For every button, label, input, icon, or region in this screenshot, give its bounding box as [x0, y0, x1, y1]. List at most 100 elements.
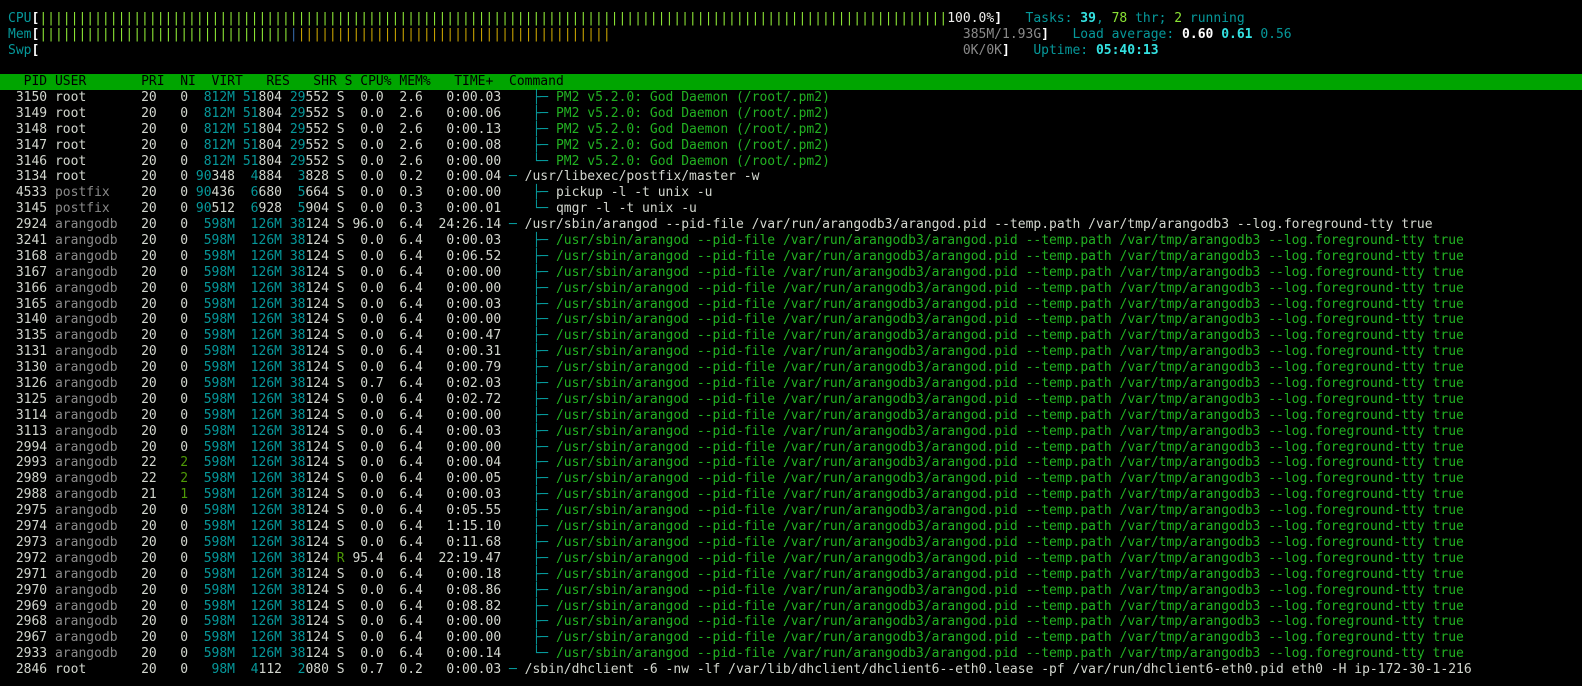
- pid-cell: 3125: [8, 391, 48, 407]
- process-row[interactable]: 3140 arangodb 20 0 598M 126M 38124 S 0.0…: [8, 312, 1472, 328]
- time-cell: 0:00.03: [430, 423, 502, 439]
- user-cell: postfix: [54, 185, 126, 201]
- shr-cell: 38124: [289, 376, 329, 392]
- process-row[interactable]: 3126 arangodb 20 0 598M 126M 38124 S 0.7…: [8, 376, 1472, 392]
- meters-panel: CPU[||||||||||||||||||||||||||||||||||||…: [8, 11, 1292, 59]
- pri-cell: 20: [133, 137, 157, 153]
- process-row[interactable]: 3135 arangodb 20 0 598M 126M 38124 S 0.0…: [8, 328, 1472, 344]
- process-row[interactable]: 2973 arangodb 20 0 598M 126M 38124 S 0.0…: [8, 535, 1472, 551]
- col-time[interactable]: TIME+: [454, 74, 493, 89]
- process-row[interactable]: 3146 root 20 0 812M 51804 29552 S 0.0 2.…: [8, 154, 1472, 170]
- process-row[interactable]: 3113 arangodb 20 0 598M 126M 38124 S 0.0…: [8, 424, 1472, 440]
- res-cell: 126M: [242, 519, 282, 535]
- virt-cell: 598M: [195, 487, 236, 503]
- process-row[interactable]: 3131 arangodb 20 0 598M 126M 38124 S 0.0…: [8, 344, 1472, 360]
- process-row[interactable]: 4533 postfix 20 0 90436 6680 5664 S 0.0 …: [8, 185, 1472, 201]
- col-pid[interactable]: PID: [24, 74, 47, 89]
- time-cell: 0:00.79: [430, 360, 502, 376]
- shr-cell: 38124: [289, 233, 329, 249]
- tree-branch: ─: [509, 662, 525, 678]
- process-row[interactable]: 2993 arangodb 22 2 598M 126M 38124 S 0.0…: [8, 455, 1472, 471]
- process-row[interactable]: 3241 arangodb 20 0 598M 126M 38124 S 0.0…: [8, 233, 1472, 249]
- process-row[interactable]: 3125 arangodb 20 0 598M 126M 38124 S 0.0…: [8, 392, 1472, 408]
- mem-cell: 2.6: [391, 105, 423, 121]
- process-row[interactable]: 2846 root 20 0 98M 4112 2080 S 0.7 0.2 0…: [8, 662, 1472, 678]
- state-cell: S: [336, 90, 345, 105]
- col-ni[interactable]: NI: [180, 74, 196, 89]
- tasks-label: Tasks:: [1025, 11, 1081, 26]
- pid-cell: 2970: [8, 582, 48, 598]
- process-row[interactable]: 3166 arangodb 20 0 598M 126M 38124 S 0.0…: [8, 281, 1472, 297]
- process-row[interactable]: 2969 arangodb 20 0 598M 126M 38124 S 0.0…: [8, 599, 1472, 615]
- process-row[interactable]: 2994 arangodb 20 0 598M 126M 38124 S 0.0…: [8, 440, 1472, 456]
- process-row[interactable]: 2967 arangodb 20 0 598M 126M 38124 S 0.0…: [8, 630, 1472, 646]
- process-row[interactable]: 2970 arangodb 20 0 598M 126M 38124 S 0.0…: [8, 583, 1472, 599]
- time-cell: 0:00.00: [430, 630, 502, 646]
- state-cell: S: [336, 201, 345, 217]
- command-cell: /usr/sbin/arangod --pid-file /var/run/ar…: [555, 630, 1464, 646]
- col-virt[interactable]: VIRT: [212, 74, 243, 89]
- process-row[interactable]: 2972 arangodb 20 0 598M 126M 38124 R 95.…: [8, 551, 1472, 567]
- process-row[interactable]: 3149 root 20 0 812M 51804 29552 S 0.0 2.…: [8, 106, 1472, 122]
- process-row[interactable]: 3148 root 20 0 812M 51804 29552 S 0.0 2.…: [8, 122, 1472, 138]
- process-row[interactable]: 3114 arangodb 20 0 598M 126M 38124 S 0.0…: [8, 408, 1472, 424]
- shr-cell: 38124: [289, 455, 329, 471]
- col-user[interactable]: USER: [55, 74, 86, 89]
- mem-cell: 0.3: [391, 201, 423, 217]
- process-row[interactable]: 2975 arangodb 20 0 598M 126M 38124 S 0.0…: [8, 503, 1472, 519]
- process-row[interactable]: 3147 root 20 0 812M 51804 29552 S 0.0 2.…: [8, 138, 1472, 154]
- virt-cell: 598M: [195, 376, 236, 392]
- process-row[interactable]: 3130 arangodb 20 0 598M 126M 38124 S 0.0…: [8, 360, 1472, 376]
- process-row[interactable]: 2924 arangodb 20 0 598M 126M 38124 S 96.…: [8, 217, 1472, 233]
- tree-branch: ├─: [509, 376, 556, 392]
- state-cell: S: [336, 185, 345, 201]
- process-row[interactable]: 2974 arangodb 20 0 598M 126M 38124 S 0.0…: [8, 519, 1472, 535]
- user-cell: arangodb: [54, 534, 126, 550]
- mem-cell: 6.4: [391, 534, 423, 550]
- pri-cell: 20: [133, 391, 157, 407]
- shr-cell: 38124: [289, 582, 329, 598]
- time-cell: 0:00.04: [430, 455, 502, 471]
- pri-cell: 20: [133, 248, 157, 264]
- col-pri[interactable]: PRI: [141, 74, 164, 89]
- time-cell: 0:00.00: [430, 153, 502, 169]
- col-shr[interactable]: SHR: [313, 74, 336, 89]
- process-row[interactable]: 2933 arangodb 20 0 598M 126M 38124 S 0.0…: [8, 646, 1472, 662]
- mem-label: Mem: [8, 26, 32, 42]
- pid-cell: 3126: [8, 376, 48, 392]
- user-cell: arangodb: [54, 407, 126, 423]
- res-cell: 4112: [242, 662, 282, 678]
- pid-cell: 3134: [8, 169, 48, 185]
- state-cell: S: [336, 646, 345, 662]
- ni-cell: 0: [164, 264, 189, 280]
- tree-branch: ├─: [509, 630, 556, 646]
- pid-cell: 2846: [8, 662, 48, 678]
- process-row[interactable]: 3134 root 20 0 90348 4884 3828 S 0.0 0.2…: [8, 169, 1472, 185]
- process-row[interactable]: 3145 postfix 20 0 90512 6928 5904 S 0.0 …: [8, 201, 1472, 217]
- process-row[interactable]: 3167 arangodb 20 0 598M 126M 38124 S 0.0…: [8, 265, 1472, 281]
- process-row[interactable]: 2989 arangodb 22 2 598M 126M 38124 S 0.0…: [8, 471, 1472, 487]
- col-res[interactable]: RES: [266, 74, 289, 89]
- process-row[interactable]: 3165 arangodb 20 0 598M 126M 38124 S 0.0…: [8, 297, 1472, 313]
- col-mem[interactable]: MEM%: [399, 74, 430, 89]
- col-command[interactable]: Command: [509, 74, 564, 89]
- process-row[interactable]: 3168 arangodb 20 0 598M 126M 38124 S 0.0…: [8, 249, 1472, 265]
- cpu-cell: 0.0: [352, 407, 384, 423]
- command-cell: /usr/sbin/arangod --pid-file /var/run/ar…: [555, 280, 1464, 296]
- process-row[interactable]: 2988 arangodb 21 1 598M 126M 38124 S 0.0…: [8, 487, 1472, 503]
- process-row[interactable]: 2971 arangodb 20 0 598M 126M 38124 S 0.0…: [8, 567, 1472, 583]
- pri-cell: 20: [133, 598, 157, 614]
- process-row[interactable]: 3150 root 20 0 812M 51804 29552 S 0.0 2.…: [8, 90, 1472, 106]
- col-cpu[interactable]: CPU%: [360, 74, 391, 89]
- state-cell: S: [336, 519, 345, 535]
- tree-branch: ─: [509, 217, 525, 233]
- process-list[interactable]: 3150 root 20 0 812M 51804 29552 S 0.0 2.…: [8, 90, 1472, 678]
- process-row[interactable]: 2968 arangodb 20 0 598M 126M 38124 S 0.0…: [8, 614, 1472, 630]
- col-s[interactable]: S: [345, 74, 353, 89]
- shr-cell: 38124: [289, 534, 329, 550]
- cpu-cell: 0.0: [352, 137, 384, 153]
- shr-cell: 38124: [289, 598, 329, 614]
- pid-cell: 2972: [8, 550, 48, 566]
- user-cell: arangodb: [54, 264, 126, 280]
- tree-branch: ├─: [509, 550, 556, 566]
